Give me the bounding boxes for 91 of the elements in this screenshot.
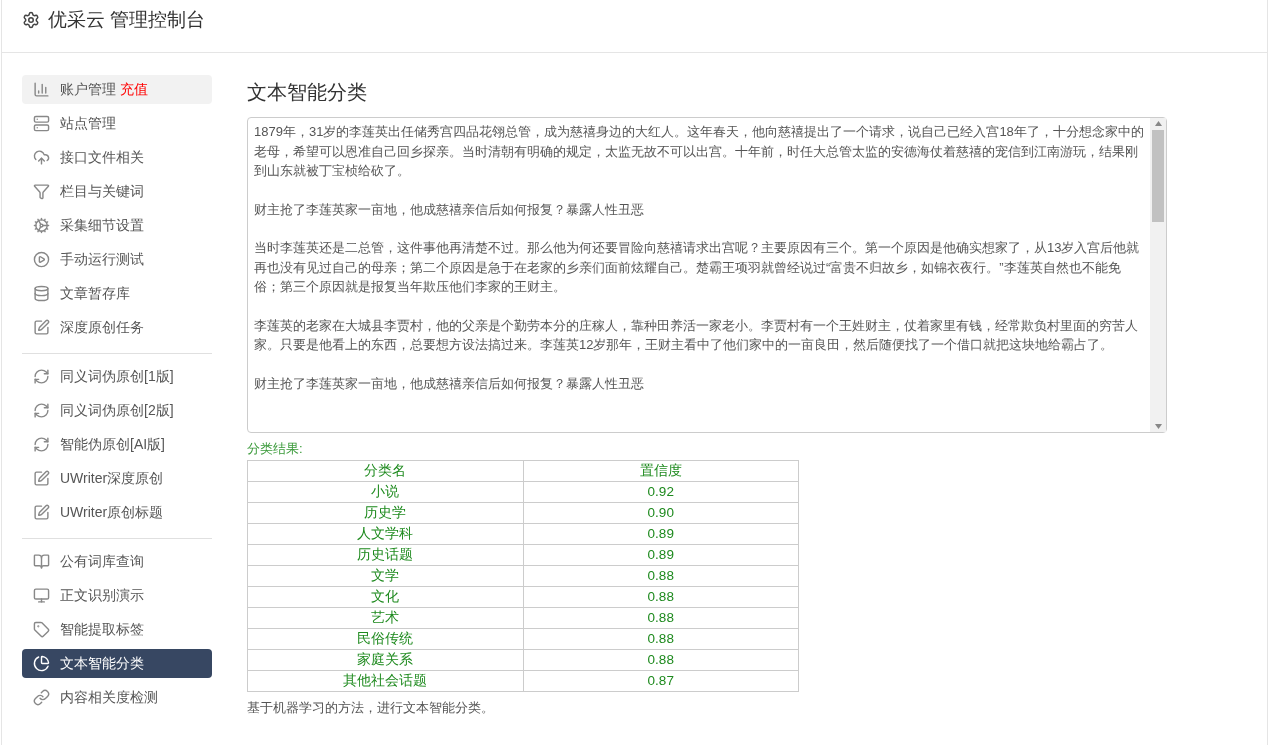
sidebar-item[interactable]: 文本智能分类	[22, 649, 212, 678]
bar-chart-icon	[33, 81, 50, 98]
play-icon	[33, 251, 50, 268]
table-cell: 家庭关系	[247, 649, 523, 670]
tag-icon	[33, 621, 50, 638]
scrollbar-thumb[interactable]	[1152, 130, 1164, 222]
sidebar-item-label: 栏目与关键词	[60, 182, 144, 201]
sidebar-item-label: 深度原创任务	[60, 318, 144, 337]
sidebar-item-label: 文章暂存库	[60, 284, 130, 303]
sidebar-item[interactable]: 深度原创任务	[22, 313, 212, 342]
table-cell: 0.89	[523, 544, 799, 565]
table-cell: 其他社会话题	[247, 670, 523, 691]
sidebar-item-label: 账户管理	[60, 80, 116, 99]
table-cell: 文学	[247, 565, 523, 586]
table-cell: 0.88	[523, 586, 799, 607]
recharge-link[interactable]: 充值	[120, 79, 148, 100]
sidebar-item-label: 接口文件相关	[60, 148, 144, 167]
table-cell: 民俗传统	[247, 628, 523, 649]
sidebar-item[interactable]: 同义词伪原创[1版]	[22, 362, 212, 391]
sidebar-item-label: 同义词伪原创[1版]	[60, 367, 174, 386]
table-cell: 0.88	[523, 607, 799, 628]
sidebar-item[interactable]: 采集细节设置	[22, 211, 212, 240]
paragraph: 李莲英的老家在大城县李贾村，他的父亲是个勤劳本分的庄稼人，靠种田养活一家老小。李贾村有一个王姓财主，仗着家里有钱，经常欺负村里面的穷苦人家。只要是他看上的东西，总要想方设法搞过来。李莲英12岁那年，王财主看中了他们家中的一亩良田，然后随便找了一个借口就把这块地给霸占了。	[254, 316, 1139, 354]
table-cell: 艺术	[247, 607, 523, 628]
sidebar-item-label: 智能提取标签	[60, 620, 144, 639]
table-cell: 小说	[247, 481, 523, 502]
sidebar-item-label: 公有词库查询	[60, 552, 144, 571]
table-cell: 人文学科	[247, 523, 523, 544]
page-title: 文本智能分类	[247, 80, 368, 105]
column-header: 置信度	[523, 460, 799, 481]
table-cell: 0.87	[523, 670, 799, 691]
sidebar-item-label: 内容相关度检测	[60, 688, 158, 707]
sidebar-item[interactable]: 正文识别演示	[22, 581, 212, 610]
scroll-up-icon[interactable]	[1154, 121, 1162, 126]
table-cell: 历史学	[247, 502, 523, 523]
edit-icon	[33, 319, 50, 336]
settings-icon	[22, 11, 40, 29]
sidebar-item-label: 文本智能分类	[60, 654, 144, 673]
console-title: 优采云 管理控制台	[48, 7, 206, 32]
table-cell: 0.88	[523, 649, 799, 670]
description-text: 基于机器学习的方法，进行文本智能分类。	[247, 698, 495, 717]
table-cell: 0.89	[523, 523, 799, 544]
result-label: 分类结果:	[247, 440, 304, 458]
text-input-area[interactable]	[247, 117, 1167, 433]
pie-chart-icon	[33, 655, 50, 672]
sidebar-item[interactable]: 智能伪原创[AI版]	[22, 430, 212, 459]
sidebar-item[interactable]: 账户管理 充值	[22, 75, 212, 104]
paragraph: 财主抢了李莲英家一亩地，他成慈禧亲信后如何报复？暴露人性丑恶	[254, 374, 645, 393]
sidebar-item[interactable]: 手动运行测试	[22, 245, 212, 274]
table-cell: 0.88	[523, 628, 799, 649]
sidebar-item[interactable]: 智能提取标签	[22, 615, 212, 644]
sidebar-item[interactable]: UWriter深度原创	[22, 464, 212, 493]
refresh-icon	[33, 368, 50, 385]
filter-icon	[33, 183, 50, 200]
sidebar-item-label: 同义词伪原创[2版]	[60, 401, 174, 420]
paragraph: 1879年，31岁的李莲英出任储秀宫四品花翎总管，成为慈禧身边的大红人。这年春天，他向慈禧提出了一个请求，说自己已经入宫18年了，十分想念家中的老母，希望可以恩准自己回乡探亲。当时清朝有明确的规定，太监无故不可以出宫。十年前，时任大总管太监的安德海仗着慈禧的宠信到江南游玩，结果刚到山东就被丁宝桢给砍了。	[254, 123, 1144, 180]
paragraph: 财主抢了李莲英家一亩地，他成慈禧亲信后如何报复？暴露人性丑恶	[254, 200, 645, 219]
paragraph: 当时李莲英还是二总管，这件事他再清楚不过。那么他为何还要冒险向慈禧请求出宫呢？主要原因有三个。第一个原因是他确实想家了，从13岁入宫后他就再也没有见过自己的母亲；第二个原因是急于在老家的乡亲们面前炫耀自己。楚霸王项羽就曾经说过“富贵不归故乡，如锦衣夜行。”李莲英自然也不能免俗；第三个原因就是报复当年欺压他们李家的王财主。	[254, 239, 1141, 296]
sidebar-item-label: UWriter原创标题	[60, 503, 164, 522]
sidebar-item[interactable]: 同义词伪原创[2版]	[22, 396, 212, 425]
sidebar-item-label: 手动运行测试	[60, 250, 144, 269]
book-icon	[33, 553, 50, 570]
sidebar-item-label: 站点管理	[60, 114, 116, 133]
scrollbar[interactable]	[1150, 118, 1166, 432]
edit-icon	[33, 470, 50, 487]
sidebar-item-label: UWriter深度原创	[60, 469, 164, 488]
sidebar-item[interactable]: 接口文件相关	[22, 143, 212, 172]
sidebar-item[interactable]: 栏目与关键词	[22, 177, 212, 206]
column-header: 分类名	[247, 460, 523, 481]
database-icon	[33, 285, 50, 302]
link-icon	[33, 689, 50, 706]
sidebar-item[interactable]: 站点管理	[22, 109, 212, 138]
table-cell: 0.88	[523, 565, 799, 586]
refresh-icon	[33, 436, 50, 453]
sidebar-item[interactable]: UWriter原创标题	[22, 498, 212, 527]
cloud-upload-icon	[33, 149, 50, 166]
table-cell: 文化	[247, 586, 523, 607]
monitor-icon	[33, 587, 50, 604]
sidebar-item-label: 智能伪原创[AI版]	[60, 435, 165, 454]
scroll-down-icon[interactable]	[1154, 424, 1162, 429]
table-cell: 历史话题	[247, 544, 523, 565]
sidebar-item-label: 正文识别演示	[60, 586, 144, 605]
table-cell: 0.92	[523, 481, 799, 502]
sidebar-item[interactable]: 公有词库查询	[22, 547, 212, 576]
sidebar-item[interactable]: 文章暂存库	[22, 279, 212, 308]
refresh-icon	[33, 402, 50, 419]
sidebar-item[interactable]: 内容相关度检测	[22, 683, 212, 712]
sidebar-item-label: 采集细节设置	[60, 216, 144, 235]
edit-icon	[33, 504, 50, 521]
table-cell: 0.90	[523, 502, 799, 523]
server-icon	[33, 115, 50, 132]
